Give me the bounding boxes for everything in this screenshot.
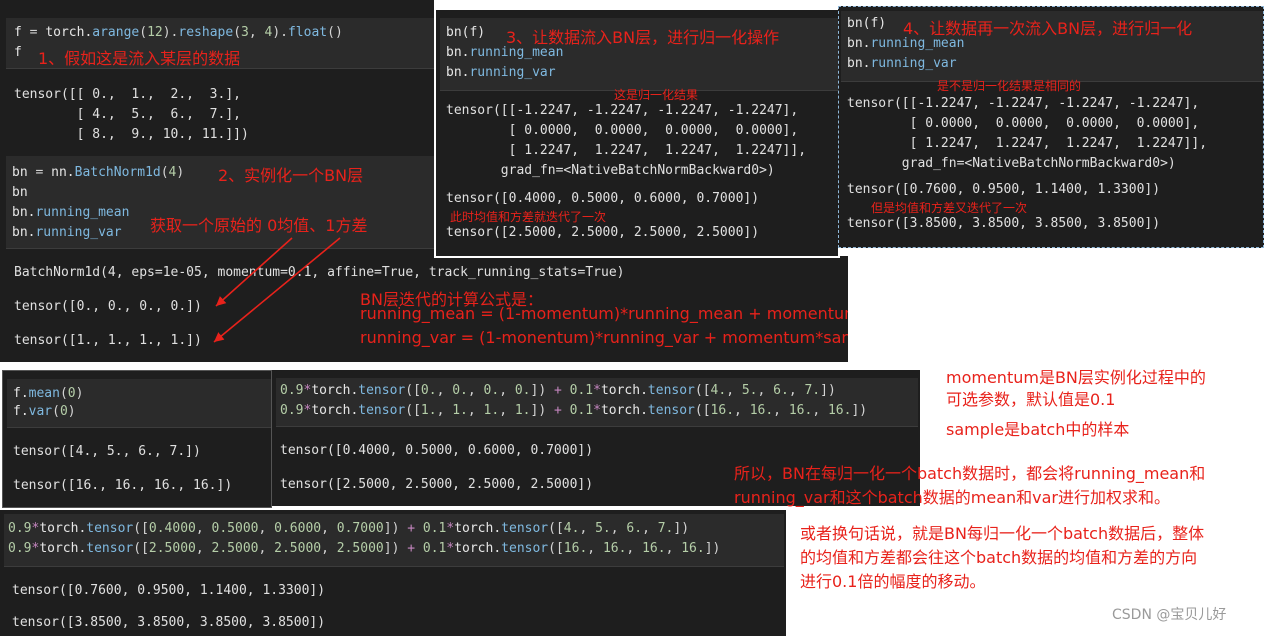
code-line: bn = nn.BatchNorm1d(4) (12, 165, 185, 180)
output-line: tensor([0.4000, 0.5000, 0.6000, 0.7000]) (280, 443, 594, 458)
code-line: 0.9*torch.tensor([1., 1., 1., 1.]) + 0.1… (280, 403, 868, 418)
annotation-same-result: 是不是归一化结果是相同的 (937, 79, 1082, 93)
output-line: grad_fn=<NativeBatchNormBackward0>) (847, 156, 1176, 171)
watermark: CSDN @宝贝儿好 (1112, 607, 1227, 623)
input-cell-3[interactable]: bn(f) bn.running_mean bn.running_var 3、让… (440, 18, 838, 91)
code-line: 0.9*torch.tensor([0.4000, 0.5000, 0.6000… (8, 521, 690, 536)
code-line: f (14, 45, 22, 60)
input-cell-2[interactable]: bn = nn.BatchNorm1d(4) bn bn.running_mea… (6, 156, 434, 249)
note-momentum-2: 可选参数，默认值是0.1 (946, 390, 1116, 409)
note-other-2: 的均值和方差都会往这个batch数据的均值和方差的方向 (800, 548, 1198, 567)
annotation-iterated-once: 此时均值和方差就迭代了一次 (450, 210, 607, 224)
formula-var: running_var = (1-monentum)*running_var +… (360, 328, 848, 347)
input-cell-1[interactable]: f = torch.arange(12).reshape(3, 4).float… (6, 18, 434, 69)
code-line: f.var(0) (13, 404, 76, 419)
code-panel-6: 0.9*torch.tensor([0.4000, 0.5000, 0.6000… (0, 510, 786, 636)
output-running-var: tensor([3.8500, 3.8500, 3.8500, 3.8500]) (847, 216, 1161, 231)
input-cell-5[interactable]: f.mean(0) f.var(0) (7, 379, 271, 428)
note-other-1: 或者换句话说，就是BN每归一化一个batch数据后，整体 (800, 524, 1205, 543)
note-so-1: 所以，BN在每归一化一个batch数据时，都会将running_mean和 (734, 464, 1206, 483)
note-sample: sample是batch中的样本 (946, 420, 1130, 439)
code-line: f.mean(0) (13, 386, 84, 401)
output-line: tensor([0.7600, 0.9500, 1.1400, 1.3300]) (12, 583, 326, 598)
input-cell-7[interactable]: 0.9*torch.tensor([0.4000, 0.5000, 0.6000… (4, 514, 784, 567)
code-line: bn(f) (446, 25, 486, 40)
annotation-step2: 2、实例化一个BN层 (218, 166, 364, 185)
code-line: bn.running_var (446, 65, 556, 80)
code-line: bn(f) (847, 16, 887, 31)
code-panel-2: bn(f) bn.running_mean bn.running_var 3、让… (434, 8, 840, 258)
code-panel-1-output: BatchNorm1d(4, eps=1e-05, momentum=0.1, … (0, 256, 848, 362)
output-line: tensor([16., 16., 16., 16.]) (13, 478, 233, 493)
code-line: bn (12, 185, 28, 200)
code-line: bn.running_var (847, 56, 957, 71)
output-running-var: tensor([2.5000, 2.5000, 2.5000, 2.5000]) (446, 225, 760, 240)
annotation-iterated-again: 但是均值和方差又迭代了一次 (871, 201, 1028, 215)
output-line: tensor([3.8500, 3.8500, 3.8500, 3.8500]) (12, 615, 326, 630)
output-line: [ 8., 9., 10., 11.]]) (14, 127, 249, 142)
annotation-step4: 4、让数据再一次流入BN层，进行归一化 (903, 19, 1193, 38)
code-panel-3: bn(f) bn.running_mean bn.running_var 4、让… (838, 6, 1264, 248)
input-cell-6[interactable]: 0.9*torch.tensor([0., 0., 0., 0.]) + 0.1… (276, 378, 918, 427)
code-line: bn.running_mean (12, 205, 130, 220)
output-line: [ 1.2247, 1.2247, 1.2247, 1.2247]], (446, 143, 807, 158)
code-line: bn.running_var (12, 225, 122, 240)
code-panel-4: f.mean(0) f.var(0) tensor([4., 5., 6., 7… (2, 370, 272, 508)
output-line: tensor([[-1.2247, -1.2247, -1.2247, -1.2… (446, 103, 799, 118)
input-cell-4[interactable]: bn(f) bn.running_mean bn.running_var 4、让… (841, 11, 1263, 82)
code-line: 0.9*torch.tensor([2.5000, 2.5000, 2.5000… (8, 541, 721, 556)
output-line: grad_fn=<NativeBatchNormBackward0>) (446, 163, 775, 178)
code-line: 0.9*torch.tensor([0., 0., 0., 0.]) + 0.1… (280, 383, 836, 398)
formula-mean: running_mean = (1-momentum)*running_mean… (360, 304, 848, 323)
annotation-norm-result: 这是归一化结果 (614, 88, 699, 102)
output-line: [ 0.0000, 0.0000, 0.0000, 0.0000], (847, 116, 1200, 131)
output-line: tensor([1., 1., 1., 1.]) (14, 333, 202, 348)
output-running-mean: tensor([0.4000, 0.5000, 0.6000, 0.7000]) (446, 191, 760, 206)
annotation-step3: 3、让数据流入BN层，进行归一化操作 (506, 28, 780, 47)
annotation-step1: 1、假如这是流入某层的数据 (38, 49, 241, 68)
output-line: [ 1.2247, 1.2247, 1.2247, 1.2247]], (847, 136, 1208, 151)
note-so-2: running_var和这个batch数据的mean和var进行加权求和。 (734, 488, 1170, 507)
output-line: tensor([2.5000, 2.5000, 2.5000, 2.5000]) (280, 477, 594, 492)
code-line: f = torch.arange(12).reshape(3, 4).float… (14, 25, 343, 40)
annotation-original-mean-var: 获取一个原始的 0均值、1方差 (150, 216, 368, 235)
output-line: tensor([[-1.2247, -1.2247, -1.2247, -1.2… (847, 96, 1200, 111)
output-line: tensor([[ 0., 1., 2., 3.], (14, 87, 241, 102)
note-momentum-1: momentum是BN层实例化过程中的 (946, 368, 1206, 387)
output-running-mean: tensor([0.7600, 0.9500, 1.1400, 1.3300]) (847, 182, 1161, 197)
output-line: [ 4., 5., 6., 7.], (14, 107, 241, 122)
output-line: tensor([4., 5., 6., 7.]) (13, 444, 201, 459)
output-line: tensor([0., 0., 0., 0.]) (14, 299, 202, 314)
note-other-3: 进行0.1倍的幅度的移动。 (800, 572, 986, 591)
output-line: BatchNorm1d(4, eps=1e-05, momentum=0.1, … (14, 265, 625, 280)
output-line: [ 0.0000, 0.0000, 0.0000, 0.0000], (446, 123, 799, 138)
